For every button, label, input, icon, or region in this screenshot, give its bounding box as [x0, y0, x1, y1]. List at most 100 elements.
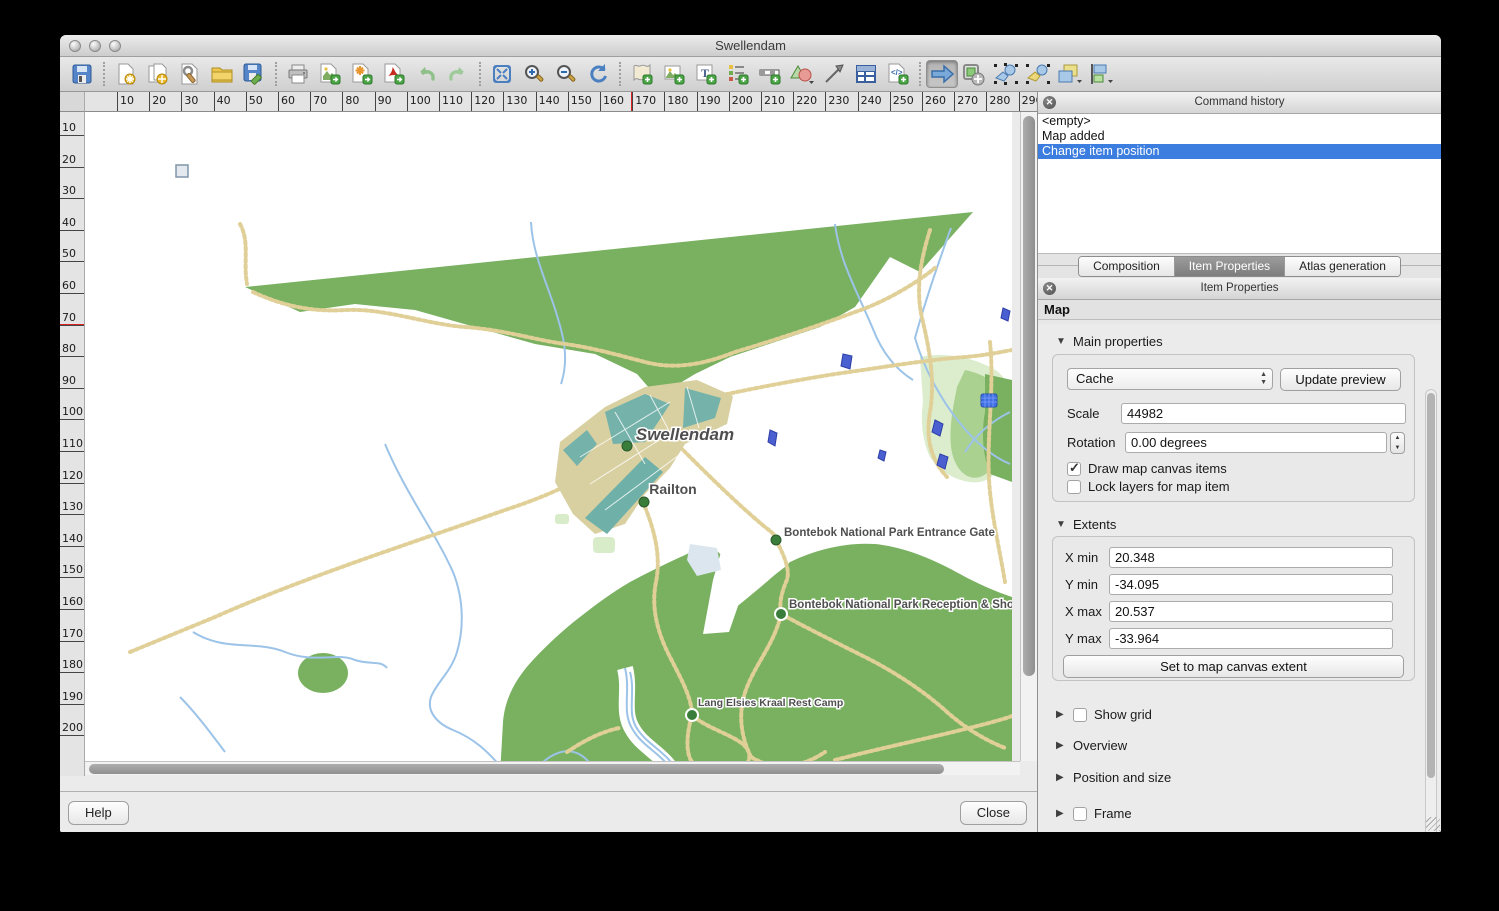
- save-project-icon[interactable]: [66, 60, 98, 88]
- toolbar: T </>: [60, 57, 1441, 92]
- scale-input[interactable]: [1121, 403, 1406, 424]
- load-template-icon[interactable]: [206, 60, 238, 88]
- draw-canvas-items-row[interactable]: Draw map canvas items: [1067, 461, 1227, 476]
- disclosure-triangle-icon[interactable]: ▶: [1056, 808, 1066, 819]
- resize-grip[interactable]: [1426, 817, 1440, 831]
- y-max-label: Y max: [1065, 631, 1102, 646]
- lock-layers-row[interactable]: Lock layers for map item: [1067, 479, 1230, 494]
- scrollbar-thumb[interactable]: [89, 764, 944, 774]
- add-map-icon[interactable]: [626, 60, 658, 88]
- rotation-input[interactable]: [1125, 432, 1387, 453]
- redo-icon[interactable]: [442, 60, 474, 88]
- disclosure-triangle-icon[interactable]: ▶: [1056, 772, 1066, 783]
- group-items-icon[interactable]: [990, 60, 1022, 88]
- raise-items-icon[interactable]: [1054, 60, 1086, 88]
- add-table-icon[interactable]: [850, 60, 882, 88]
- export-image-icon[interactable]: [314, 60, 346, 88]
- overview-section[interactable]: ▶ Overview: [1056, 738, 1127, 753]
- cache-mode-dropdown[interactable]: Cache ▲▼: [1067, 368, 1273, 390]
- disclosure-triangle-icon[interactable]: ▶: [1056, 709, 1066, 720]
- title-bar[interactable]: Swellendam: [60, 35, 1441, 57]
- x-min-input[interactable]: [1109, 547, 1393, 568]
- x-max-label: X max: [1065, 604, 1102, 619]
- add-scalebar-icon[interactable]: [754, 60, 786, 88]
- toolbar-separator: [103, 62, 105, 86]
- section-label: Show grid: [1094, 707, 1152, 722]
- map-label-entrance-gate: Bontebok National Park Entrance Gate: [784, 527, 995, 539]
- lock-layers-checkbox[interactable]: [1067, 480, 1081, 494]
- composition-manager-icon[interactable]: [174, 60, 206, 88]
- frame-checkbox[interactable]: [1073, 807, 1087, 821]
- toolbar-separator: [919, 62, 921, 86]
- main-properties-group: Cache ▲▼ Update preview Scale Rotation ▲…: [1052, 354, 1415, 502]
- tab-composition[interactable]: Composition: [1079, 257, 1175, 276]
- scrollbar-thumb[interactable]: [1023, 116, 1035, 676]
- canvas-vertical-scrollbar[interactable]: [1020, 112, 1037, 761]
- scrollbar-thumb[interactable]: [1427, 393, 1435, 778]
- history-item-selected[interactable]: Change item position: [1038, 144, 1441, 159]
- command-history-header: ✕ Command history: [1038, 92, 1441, 114]
- move-item-content-icon[interactable]: [958, 60, 990, 88]
- map-item[interactable]: Swellendam Railton Bontebok National Par…: [85, 112, 1012, 761]
- main-properties-section[interactable]: ▼ Main properties: [1056, 334, 1163, 349]
- y-min-input[interactable]: [1109, 574, 1393, 595]
- new-composition-icon[interactable]: [110, 60, 142, 88]
- refresh-view-icon[interactable]: [582, 60, 614, 88]
- item-properties-header: ✕ Item Properties: [1038, 278, 1441, 300]
- disclosure-triangle-icon[interactable]: ▼: [1056, 519, 1066, 530]
- tab-atlas-generation[interactable]: Atlas generation: [1285, 257, 1400, 276]
- dialog-button-bar: Help Close: [60, 791, 1037, 832]
- help-button[interactable]: Help: [68, 801, 129, 825]
- print-icon[interactable]: [282, 60, 314, 88]
- zoom-out-icon[interactable]: [550, 60, 582, 88]
- add-legend-icon[interactable]: [722, 60, 754, 88]
- show-grid-checkbox[interactable]: [1073, 708, 1087, 722]
- panel-vertical-scrollbar[interactable]: [1425, 389, 1437, 832]
- toolbar-separator: [619, 62, 621, 86]
- undo-icon[interactable]: [410, 60, 442, 88]
- map-label-swellendam: Swellendam: [636, 425, 734, 444]
- x-max-input[interactable]: [1109, 601, 1393, 622]
- update-preview-button[interactable]: Update preview: [1280, 368, 1401, 391]
- add-arrow-icon[interactable]: [818, 60, 850, 88]
- extents-section[interactable]: ▼ Extents: [1056, 517, 1116, 532]
- export-pdf-icon[interactable]: [378, 60, 410, 88]
- frame-section[interactable]: ▶ Frame: [1056, 806, 1132, 821]
- disclosure-triangle-icon[interactable]: ▼: [1056, 336, 1066, 347]
- duplicate-composition-icon[interactable]: [142, 60, 174, 88]
- toolbar-separator: [275, 62, 277, 86]
- zoom-in-icon[interactable]: [518, 60, 550, 88]
- extents-group: X min Y min X max Y max Set to map canva…: [1052, 536, 1415, 681]
- set-to-map-canvas-extent-button[interactable]: Set to map canvas extent: [1063, 655, 1404, 678]
- composer-window: Swellendam T </>: [60, 35, 1441, 832]
- show-grid-section[interactable]: ▶ Show grid: [1056, 707, 1152, 722]
- panel-title: Item Properties: [1038, 282, 1441, 294]
- y-max-input[interactable]: [1109, 628, 1393, 649]
- canvas-horizontal-scrollbar[interactable]: [85, 761, 1020, 775]
- add-image-icon[interactable]: [658, 60, 690, 88]
- position-and-size-section[interactable]: ▶ Position and size: [1056, 770, 1171, 785]
- add-shape-icon[interactable]: [786, 60, 818, 88]
- add-label-icon[interactable]: T: [690, 60, 722, 88]
- tab-item-properties[interactable]: Item Properties: [1175, 257, 1285, 276]
- command-history-list[interactable]: <empty> Map added Change item position: [1038, 114, 1441, 254]
- y-min-label: Y min: [1065, 577, 1098, 592]
- select-move-item-icon[interactable]: [926, 60, 958, 88]
- zoom-full-icon[interactable]: [486, 60, 518, 88]
- disclosure-triangle-icon[interactable]: ▶: [1056, 740, 1066, 751]
- window-title: Swellendam: [60, 38, 1441, 53]
- rotation-label: Rotation: [1067, 435, 1115, 450]
- draw-canvas-items-checkbox[interactable]: [1067, 462, 1081, 476]
- save-as-template-icon[interactable]: [238, 60, 270, 88]
- rotation-spinner[interactable]: ▲▼: [1390, 432, 1405, 454]
- close-button[interactable]: Close: [960, 801, 1027, 825]
- composition-canvas[interactable]: Swellendam Railton Bontebok National Par…: [85, 112, 1012, 761]
- selection-handle[interactable]: [176, 165, 188, 177]
- h-ruler: 1020304050607080901001101201301401501601…: [85, 92, 1037, 112]
- history-item[interactable]: Map added: [1038, 129, 1441, 144]
- align-items-icon[interactable]: [1086, 60, 1118, 88]
- export-svg-icon[interactable]: [346, 60, 378, 88]
- add-html-icon[interactable]: </>: [882, 60, 914, 88]
- history-item[interactable]: <empty>: [1038, 114, 1441, 129]
- ungroup-items-icon[interactable]: [1022, 60, 1054, 88]
